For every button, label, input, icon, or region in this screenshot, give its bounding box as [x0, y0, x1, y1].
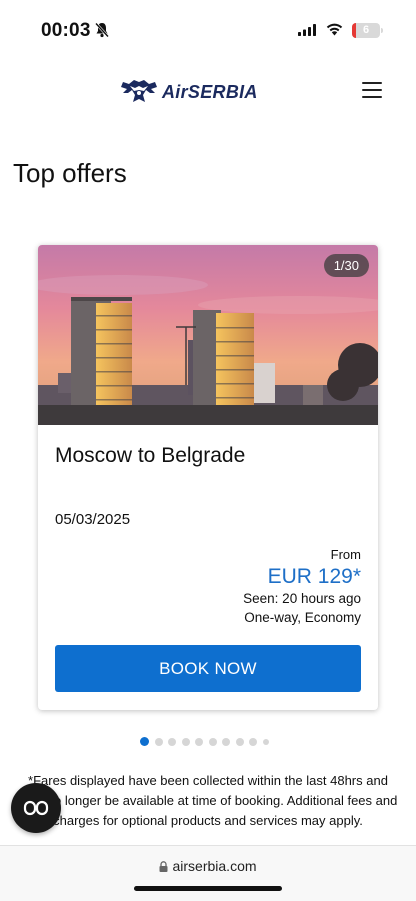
- status-time: 00:03: [41, 20, 91, 41]
- carousel-dot[interactable]: [262, 738, 269, 745]
- battery-level: 6: [362, 24, 370, 36]
- carousel-dot[interactable]: [195, 737, 203, 746]
- logo-text: AirSERBIA: [162, 81, 258, 102]
- browser-url-bar[interactable]: airserbia.com: [0, 845, 416, 901]
- wifi-icon: [326, 23, 343, 36]
- destination-image: 1/30: [38, 245, 378, 425]
- carousel-dot[interactable]: [235, 737, 244, 746]
- reader-mode-button[interactable]: [11, 783, 61, 833]
- battery-icon: 6: [352, 23, 380, 38]
- lock-icon: [159, 861, 168, 872]
- hamburger-menu-icon[interactable]: [362, 82, 382, 98]
- cellular-signal-icon: [298, 24, 316, 36]
- carousel-dot[interactable]: [181, 737, 190, 746]
- offer-route: Moscow to Belgrade: [55, 444, 246, 467]
- fare-type: One-way, Economy: [244, 610, 361, 625]
- price-from-label: From: [330, 547, 361, 562]
- image-counter: 1/30: [323, 254, 369, 277]
- carousel-dot[interactable]: [168, 737, 176, 746]
- carousel-pagination: [140, 737, 274, 746]
- book-now-button[interactable]: BOOK NOW: [55, 645, 361, 692]
- url-display[interactable]: airserbia.com: [0, 858, 416, 874]
- url-text: airserbia.com: [172, 858, 257, 874]
- carousel-dot[interactable]: [208, 737, 217, 746]
- seen-timestamp: Seen: 20 hours ago: [243, 591, 361, 606]
- carousel-dot[interactable]: [249, 737, 257, 746]
- bell-muted-icon: [95, 22, 109, 38]
- battery-tip: [381, 28, 383, 33]
- site-header: AirSERBIA: [0, 70, 416, 114]
- home-indicator[interactable]: [134, 886, 282, 891]
- fare-disclaimer: *Fares displayed have been collected wit…: [18, 773, 398, 828]
- carousel-dot[interactable]: [222, 737, 230, 746]
- status-bar: 00:03 6: [0, 0, 416, 60]
- page-title: Top offers: [13, 158, 127, 188]
- airserbia-logo[interactable]: AirSERBIA: [120, 78, 258, 106]
- reader-glasses-icon: [23, 800, 49, 816]
- offer-card[interactable]: 1/30 Moscow to Belgrade 05/03/2025 From …: [38, 245, 378, 710]
- carousel-dot[interactable]: [154, 737, 163, 746]
- offer-price: EUR 129*: [267, 565, 361, 588]
- carousel-dot[interactable]: [140, 737, 149, 746]
- offer-date: 05/03/2025: [55, 511, 131, 528]
- airserbia-eagle-icon: [121, 80, 157, 102]
